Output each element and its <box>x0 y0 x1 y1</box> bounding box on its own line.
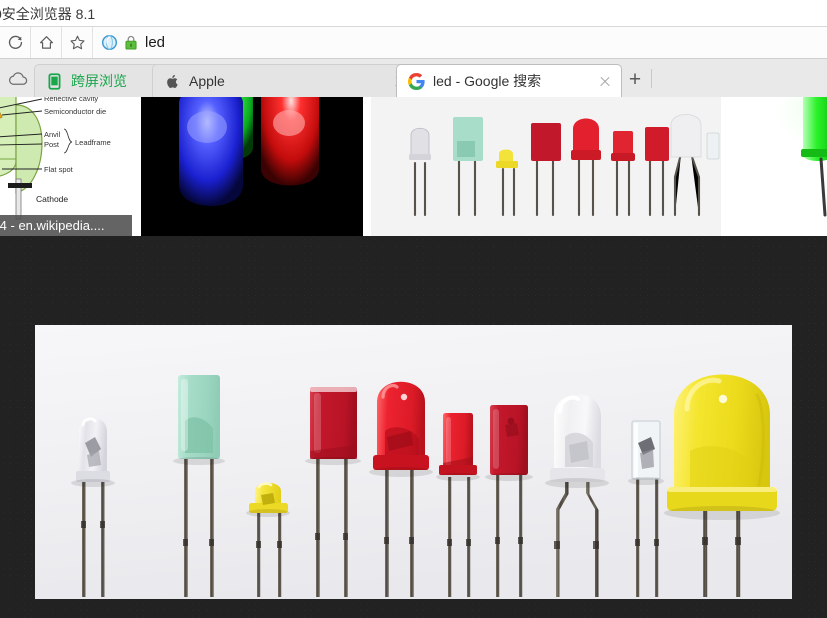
home-button[interactable] <box>31 27 62 58</box>
led-lineup-large-svg <box>35 325 792 599</box>
reload-icon <box>8 35 22 49</box>
svg-text:Post: Post <box>44 140 60 149</box>
led-white-diffused <box>550 393 605 482</box>
tab-label: Apple <box>189 73 225 89</box>
svg-text:Leadframe: Leadframe <box>75 138 111 147</box>
led-red-rect-mid <box>490 405 528 475</box>
star-icon <box>69 35 85 50</box>
tab-label: led - Google 搜索 <box>433 73 542 89</box>
address-bar[interactable]: led <box>93 27 827 58</box>
rgb-led-photo <box>141 97 363 236</box>
url-text: led <box>145 34 166 51</box>
green-led-svg <box>729 97 827 236</box>
reload-button[interactable] <box>0 27 31 58</box>
tab-bar: 跨屏浏览 Apple led - Google 搜索 + <box>0 59 827 97</box>
tab-close-button[interactable] <box>595 71 615 91</box>
lock-icon <box>125 35 137 50</box>
window-title: 0安全浏览器 8.1 <box>0 6 96 22</box>
cloud-sync-button[interactable] <box>4 67 32 91</box>
svg-text:Flat spot: Flat spot <box>44 165 74 174</box>
tab-bar-separator <box>651 69 652 88</box>
led-lineup-photo-small <box>371 97 721 236</box>
title-bar: 0安全浏览器 8.1 <box>0 0 827 27</box>
image-viewer-panel <box>0 236 827 618</box>
led-clear-3mm <box>76 417 110 482</box>
cloud-icon <box>9 72 28 85</box>
viewer-main-image[interactable] <box>35 325 792 599</box>
led-red-rect-large <box>310 387 357 459</box>
tab-google-search[interactable]: led - Google 搜索 <box>396 64 622 97</box>
thumbnail-green-led[interactable] <box>729 97 827 236</box>
green-led-photo <box>729 97 827 236</box>
thumbnail-led-cutaway-diagram[interactable]: Reflective cavity Semiconductor die Anvi… <box>0 97 132 236</box>
led-clear-flat <box>631 420 661 480</box>
svg-text:Cathode: Cathode <box>36 194 68 204</box>
image-results-strip: Reflective cavity Semiconductor die Anvi… <box>0 97 827 236</box>
google-g-icon <box>408 72 425 90</box>
led-red-dome <box>373 381 429 470</box>
svg-text:Semiconductor die: Semiconductor die <box>44 107 106 116</box>
apple-logo-icon <box>167 74 178 88</box>
led-lineup-small-svg <box>371 97 721 236</box>
thumbnail-caption: × 244 - en.wikipedia.... <box>0 215 132 236</box>
led-teal-rect <box>178 375 220 459</box>
led-red-rect-small <box>439 413 477 475</box>
rgb-led-svg <box>141 97 363 236</box>
thumbnail-led-size-lineup[interactable] <box>371 97 721 236</box>
mobile-phone-icon <box>48 72 61 90</box>
led-yellow-10mm <box>667 374 777 511</box>
navigation-toolbar: led <box>0 27 827 59</box>
tab-apple[interactable]: Apple <box>152 64 417 97</box>
browser-window: 0安全浏览器 8.1 led 跨屏浏览 Apple led - Google 搜… <box>0 0 827 618</box>
selected-thumbnail-caret <box>530 236 562 237</box>
thumbnail-rgb-glowing-leds[interactable] <box>141 97 363 236</box>
new-tab-button[interactable]: + <box>623 67 647 91</box>
svg-text:Anvil: Anvil <box>44 130 61 139</box>
home-icon <box>39 36 53 49</box>
globe-icon <box>101 34 118 51</box>
svg-text:Reflective cavity: Reflective cavity <box>44 97 98 103</box>
bookmark-button[interactable] <box>62 27 93 58</box>
